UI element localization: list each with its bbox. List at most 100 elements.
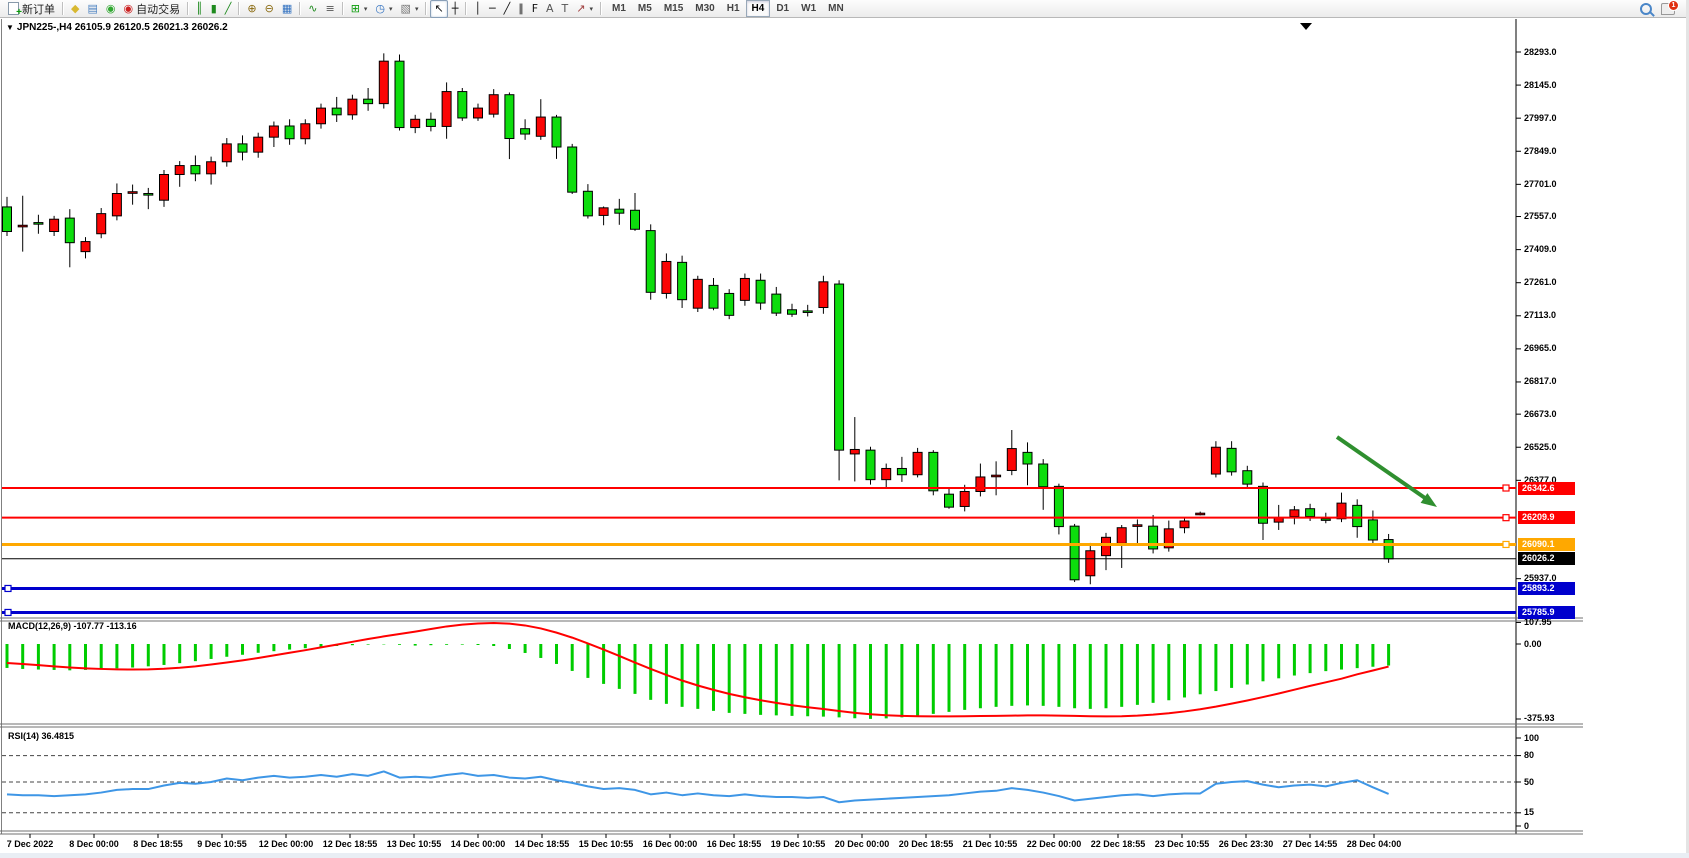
candle — [913, 452, 922, 474]
price-axis-label: 27701.0 — [1524, 179, 1557, 189]
line-handle[interactable] — [5, 585, 11, 591]
price-axis-label: 27997.0 — [1524, 113, 1557, 123]
chart-title-text: JPN225-,H4 26105.9 26120.5 26021.3 26026… — [17, 22, 228, 33]
price-axis-label: 27557.0 — [1524, 211, 1557, 221]
candle — [1007, 449, 1016, 471]
candle — [1196, 513, 1205, 515]
candle — [458, 92, 467, 118]
candle — [693, 279, 702, 308]
candle — [1337, 503, 1346, 519]
price-axis-label: 27113.0 — [1524, 310, 1556, 320]
candle — [976, 477, 985, 492]
candle — [960, 491, 969, 506]
time-axis-label: 26 Dec 23:30 — [1219, 839, 1274, 849]
candle — [631, 210, 640, 229]
candle — [1243, 471, 1252, 484]
time-axis-label: 8 Dec 18:55 — [133, 839, 183, 849]
time-axis-label: 13 Dec 10:55 — [387, 839, 442, 849]
time-axis-label: 22 Dec 18:55 — [1091, 839, 1146, 849]
candle — [222, 144, 231, 162]
candle — [160, 175, 169, 201]
price-line-badge: 26090.1 — [1518, 538, 1575, 551]
candle — [521, 129, 530, 134]
chart-title: ▼JPN225-,H4 26105.9 26120.5 26021.3 2602… — [6, 22, 228, 33]
candle — [1353, 505, 1362, 526]
candle — [552, 117, 561, 147]
time-axis-label: 27 Dec 14:55 — [1283, 839, 1338, 849]
candle — [1039, 464, 1048, 487]
candle — [803, 311, 812, 313]
candle — [662, 261, 671, 293]
line-handle[interactable] — [1503, 515, 1509, 521]
line-handle[interactable] — [1503, 541, 1509, 547]
candle — [489, 95, 498, 114]
candle — [599, 208, 608, 216]
candle — [1023, 452, 1032, 464]
candle — [568, 147, 577, 192]
candle — [772, 294, 781, 313]
window-bottom-edge — [0, 853, 1689, 858]
macd-axis-label: 0.00 — [1524, 639, 1542, 649]
candle — [725, 293, 734, 315]
price-line-badge: 26342.6 — [1518, 482, 1575, 495]
time-axis-label: 21 Dec 10:55 — [963, 839, 1018, 849]
candle — [1321, 519, 1330, 521]
candle — [992, 475, 1001, 477]
price-line-badge: 25893.2 — [1518, 582, 1575, 595]
time-axis-label: 8 Dec 00:00 — [69, 839, 119, 849]
candle — [207, 162, 216, 174]
rsi-axis-label: 15 — [1524, 807, 1534, 817]
candle — [505, 95, 514, 139]
candle — [442, 92, 451, 127]
time-axis-label: 12 Dec 18:55 — [323, 839, 378, 849]
candle — [238, 144, 247, 152]
price-line-badge: 25785.9 — [1518, 606, 1575, 619]
time-axis-label: 19 Dec 10:55 — [771, 839, 826, 849]
price-axis-label: 26525.0 — [1524, 442, 1557, 452]
price-axis-label: 27261.0 — [1524, 277, 1557, 287]
candle — [364, 99, 373, 103]
time-axis-label: 14 Dec 18:55 — [515, 839, 570, 849]
candle — [1070, 526, 1079, 580]
collapse-triangle-icon[interactable]: ▼ — [6, 23, 14, 32]
candle — [426, 119, 435, 126]
candle — [112, 194, 121, 216]
time-axis-label: 22 Dec 00:00 — [1027, 839, 1082, 849]
macd-axis-label: -375.93 — [1524, 713, 1555, 723]
candle — [882, 468, 891, 479]
candle — [536, 117, 545, 136]
line-handle[interactable] — [1503, 485, 1509, 491]
time-axis-label: 12 Dec 00:00 — [259, 839, 314, 849]
candle — [254, 137, 263, 152]
candle — [788, 310, 797, 314]
time-axis-label: 23 Dec 10:55 — [1155, 839, 1210, 849]
candle — [65, 218, 74, 243]
candle — [709, 285, 718, 308]
candle — [897, 468, 906, 474]
candle — [379, 61, 388, 103]
candle — [615, 209, 624, 213]
rsi-indicator-label: RSI(14) 36.4815 — [8, 731, 74, 741]
macd-indicator-label: MACD(12,26,9) -107.77 -113.16 — [8, 621, 137, 631]
candle — [1384, 540, 1393, 559]
candle — [1054, 486, 1063, 526]
line-handle[interactable] — [5, 609, 11, 615]
rsi-axis-label: 100 — [1524, 733, 1539, 743]
candle — [18, 225, 27, 227]
candle — [34, 223, 43, 225]
candle — [348, 99, 357, 115]
price-axis-label: 27849.0 — [1524, 146, 1557, 156]
candle — [866, 450, 875, 480]
candle — [1086, 551, 1095, 576]
candle — [81, 242, 90, 252]
candle — [583, 191, 592, 216]
time-axis-label: 28 Dec 04:00 — [1347, 839, 1402, 849]
chart-shift-marker[interactable] — [1300, 23, 1312, 30]
candle — [756, 280, 765, 303]
candle — [850, 449, 859, 453]
time-axis-label: 16 Dec 00:00 — [643, 839, 698, 849]
candle — [1368, 520, 1377, 540]
candle — [332, 108, 341, 115]
chart-window: ▼JPN225-,H4 26105.9 26120.5 26021.3 2602… — [0, 19, 1689, 858]
price-axis-label: 28145.0 — [1524, 80, 1557, 90]
